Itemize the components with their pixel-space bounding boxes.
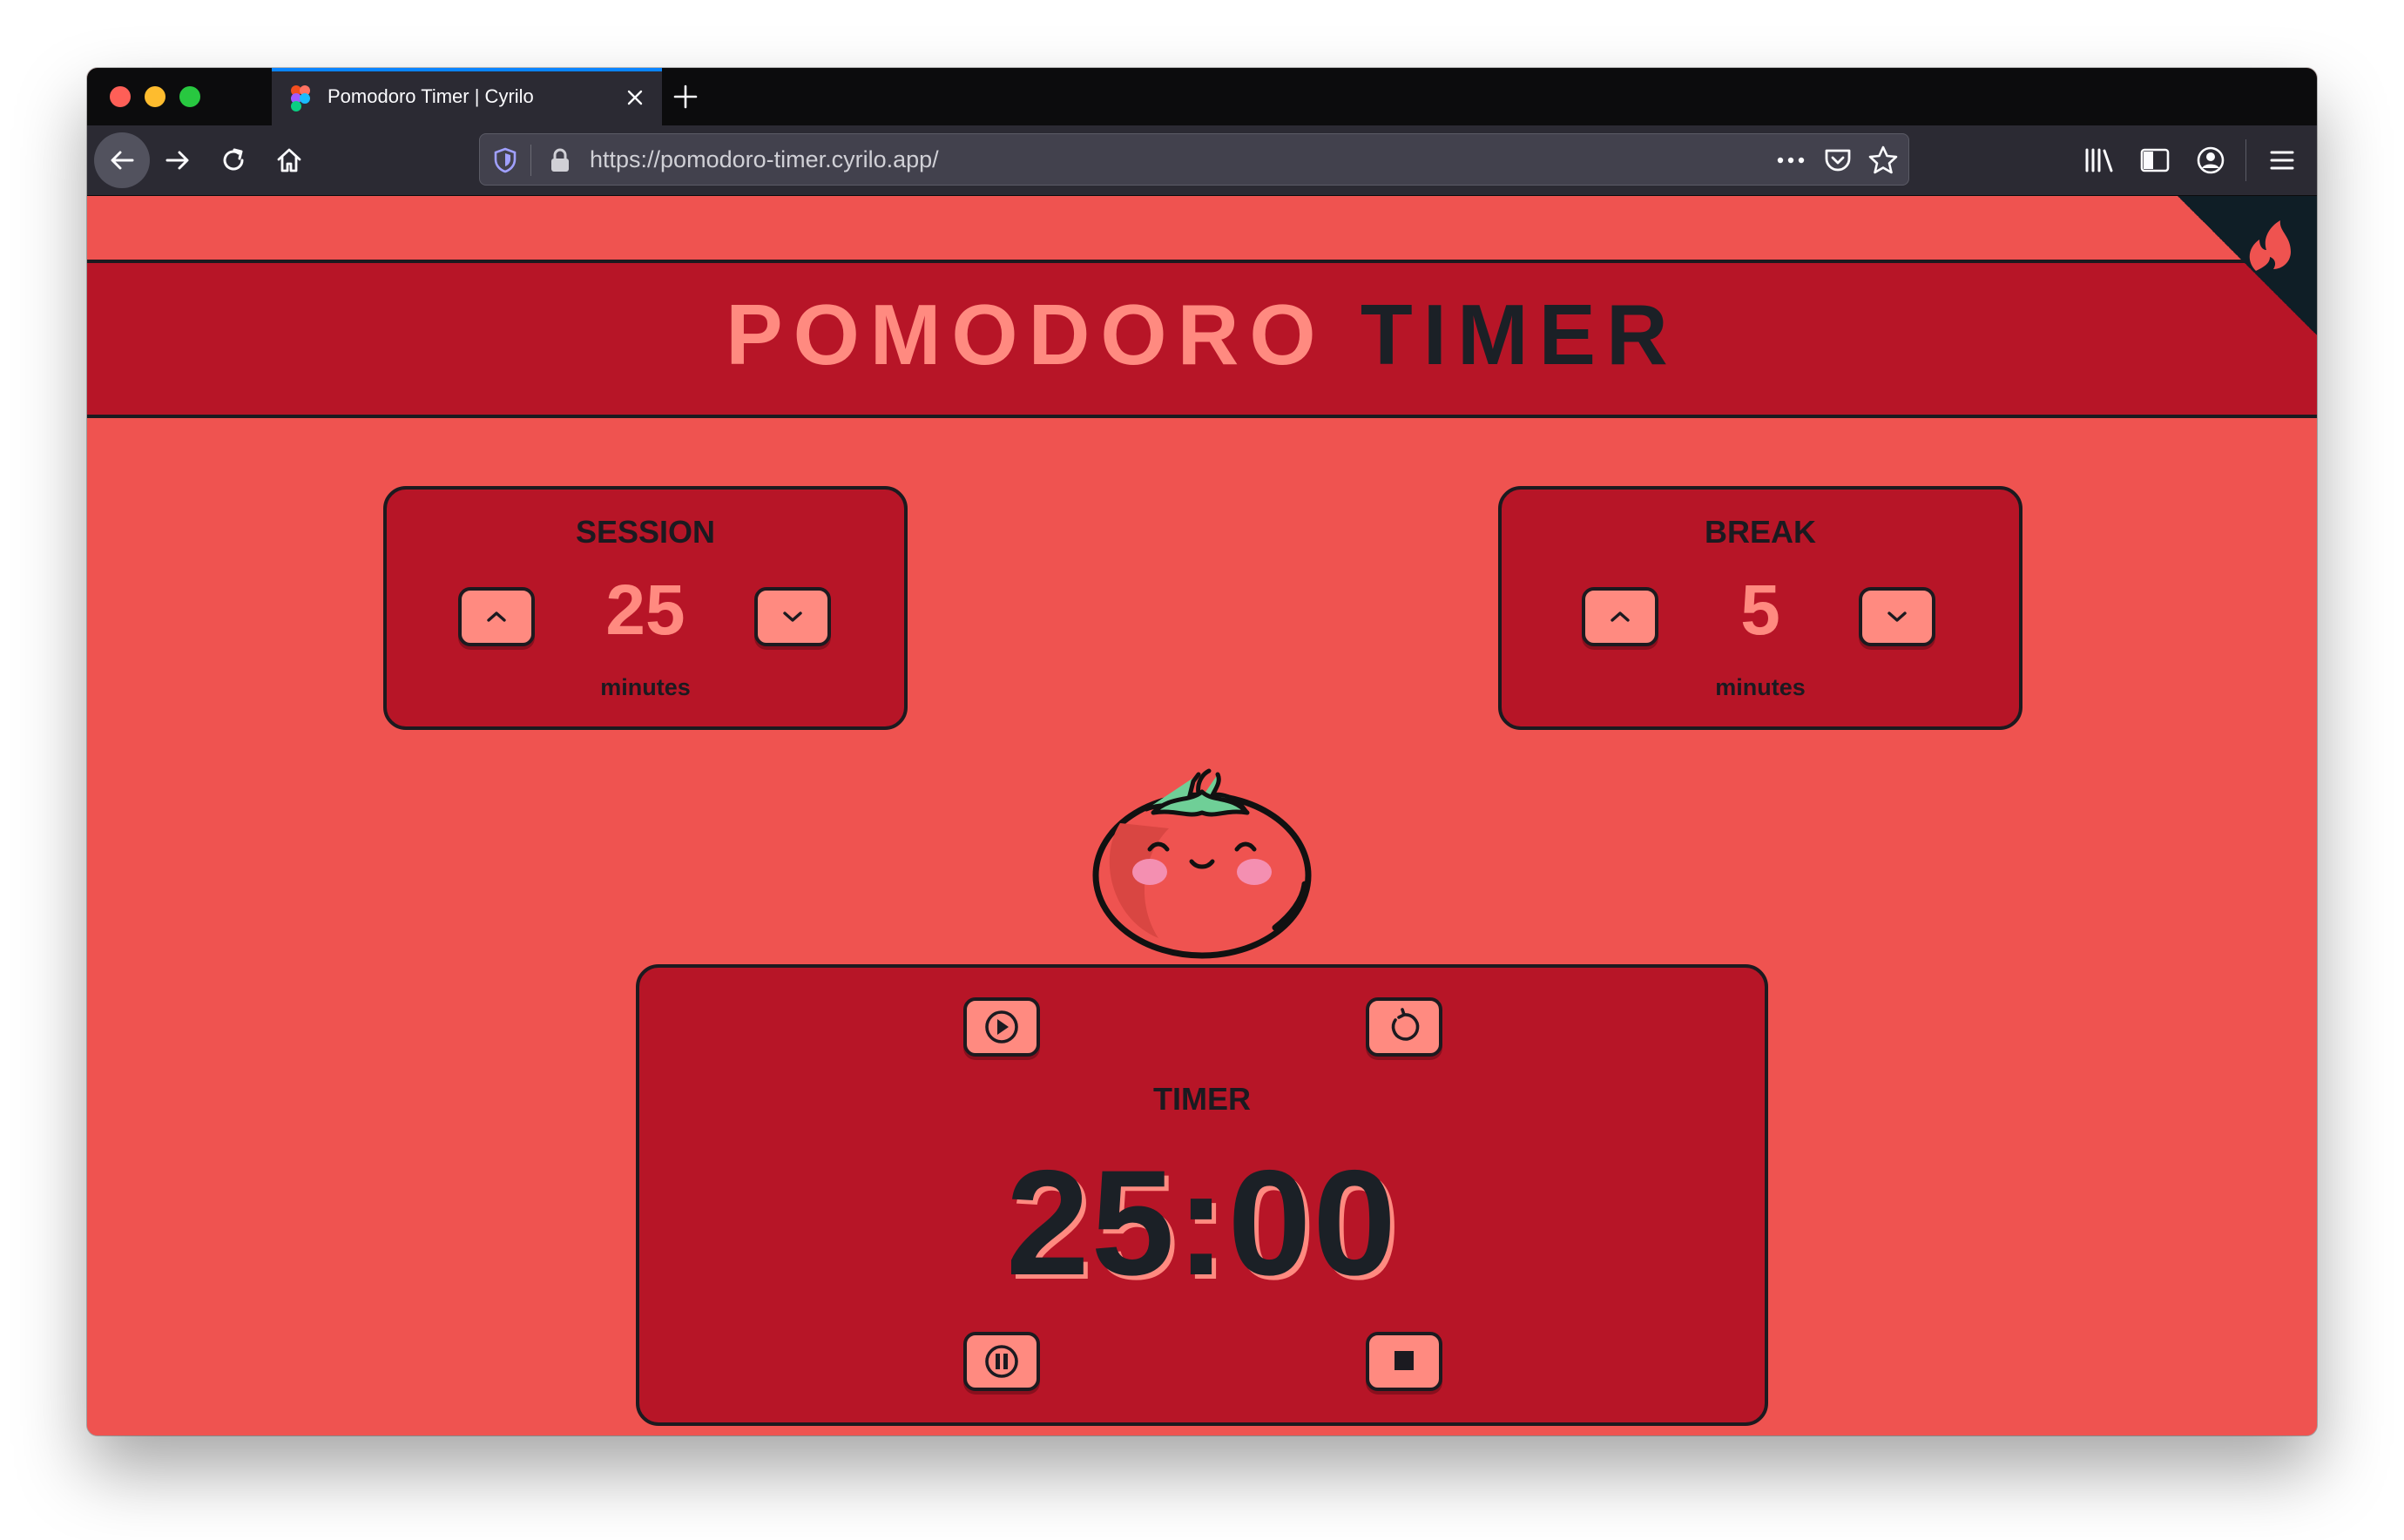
session-unit-label: minutes <box>600 674 691 700</box>
url-text[interactable]: https://pomodoro-timer.cyrilo.app/ <box>590 146 939 173</box>
session-decrease-button[interactable] <box>754 587 831 646</box>
home-button[interactable] <box>261 132 317 188</box>
address-bar[interactable]: https://pomodoro-timer.cyrilo.app/ <box>479 133 1909 186</box>
sidebar-toggle-icon[interactable] <box>2137 143 2172 178</box>
forward-button[interactable] <box>150 132 206 188</box>
reload-button[interactable] <box>206 132 261 188</box>
play-button[interactable] <box>963 997 1040 1057</box>
stop-button[interactable] <box>1366 1332 1442 1391</box>
minimize-window-button[interactable] <box>145 86 165 107</box>
timer-label: TIMER <box>1153 1081 1251 1117</box>
library-icon[interactable] <box>2082 143 2117 178</box>
break-panel: BREAK 5 minutes <box>1498 486 2022 730</box>
tab-title: Pomodoro Timer | Cyrilo <box>328 85 534 107</box>
home-icon <box>277 148 301 172</box>
arrow-right-icon <box>165 151 189 170</box>
reset-button[interactable] <box>1366 997 1442 1057</box>
timer-display: 25:00 <box>1006 1139 1398 1307</box>
browser-tab[interactable]: Pomodoro Timer | Cyrilo <box>272 68 662 125</box>
new-tab-icon[interactable] <box>671 82 700 111</box>
break-decrease-button[interactable] <box>1859 587 1935 646</box>
lock-icon[interactable] <box>548 146 572 174</box>
chevron-down-icon <box>1887 611 1907 622</box>
flame-logo-icon <box>2249 220 2291 271</box>
figma-favicon-icon <box>291 85 310 111</box>
pause-icon <box>985 1345 1018 1378</box>
reload-icon <box>223 148 244 171</box>
header-band: POMODORO TIMER <box>87 260 2317 418</box>
arrow-left-icon <box>111 151 134 170</box>
stop-icon <box>1394 1351 1414 1370</box>
page-title: POMODORO TIMER <box>87 286 2317 384</box>
chevron-down-icon <box>783 611 802 622</box>
title-pomodoro: POMODORO <box>726 287 1327 382</box>
close-window-button[interactable] <box>110 86 131 107</box>
hamburger-menu-icon[interactable] <box>2265 143 2299 178</box>
tomato-mascot <box>1092 768 1312 959</box>
toolbar-separator <box>2245 139 2246 181</box>
pocket-icon[interactable] <box>1823 145 1853 175</box>
corner-badge[interactable] <box>2178 196 2317 335</box>
tab-strip: Pomodoro Timer | Cyrilo <box>87 68 2317 125</box>
session-label: SESSION <box>575 514 716 550</box>
pause-button[interactable] <box>963 1332 1040 1391</box>
break-unit-label: minutes <box>1715 674 1806 700</box>
more-actions-icon[interactable] <box>1776 148 1806 172</box>
reset-icon <box>1391 1008 1420 1041</box>
pomodoro-page: POMODORO TIMER SESSION 25 minutes BREAK … <box>87 196 2317 1435</box>
url-divider <box>530 145 531 176</box>
break-length-value: 5 <box>1740 571 1780 650</box>
bookmark-star-icon[interactable] <box>1867 144 1900 177</box>
close-tab-icon[interactable] <box>622 84 648 111</box>
session-panel: SESSION 25 minutes <box>383 486 908 730</box>
back-button[interactable] <box>94 132 150 188</box>
play-icon <box>985 1010 1018 1044</box>
title-timer: TIMER <box>1360 287 1678 382</box>
navigation-toolbar: https://pomodoro-timer.cyrilo.app/ <box>87 125 2317 196</box>
account-icon[interactable] <box>2193 143 2228 178</box>
break-label: BREAK <box>1704 514 1816 550</box>
timer-panel: TIMER 25:00 <box>636 964 1768 1426</box>
tracking-protection-shield-icon[interactable] <box>492 146 518 174</box>
zoom-window-button[interactable] <box>179 86 200 107</box>
browser-window: Pomodoro Timer | Cyrilo https://pomodoro… <box>87 68 2317 1435</box>
